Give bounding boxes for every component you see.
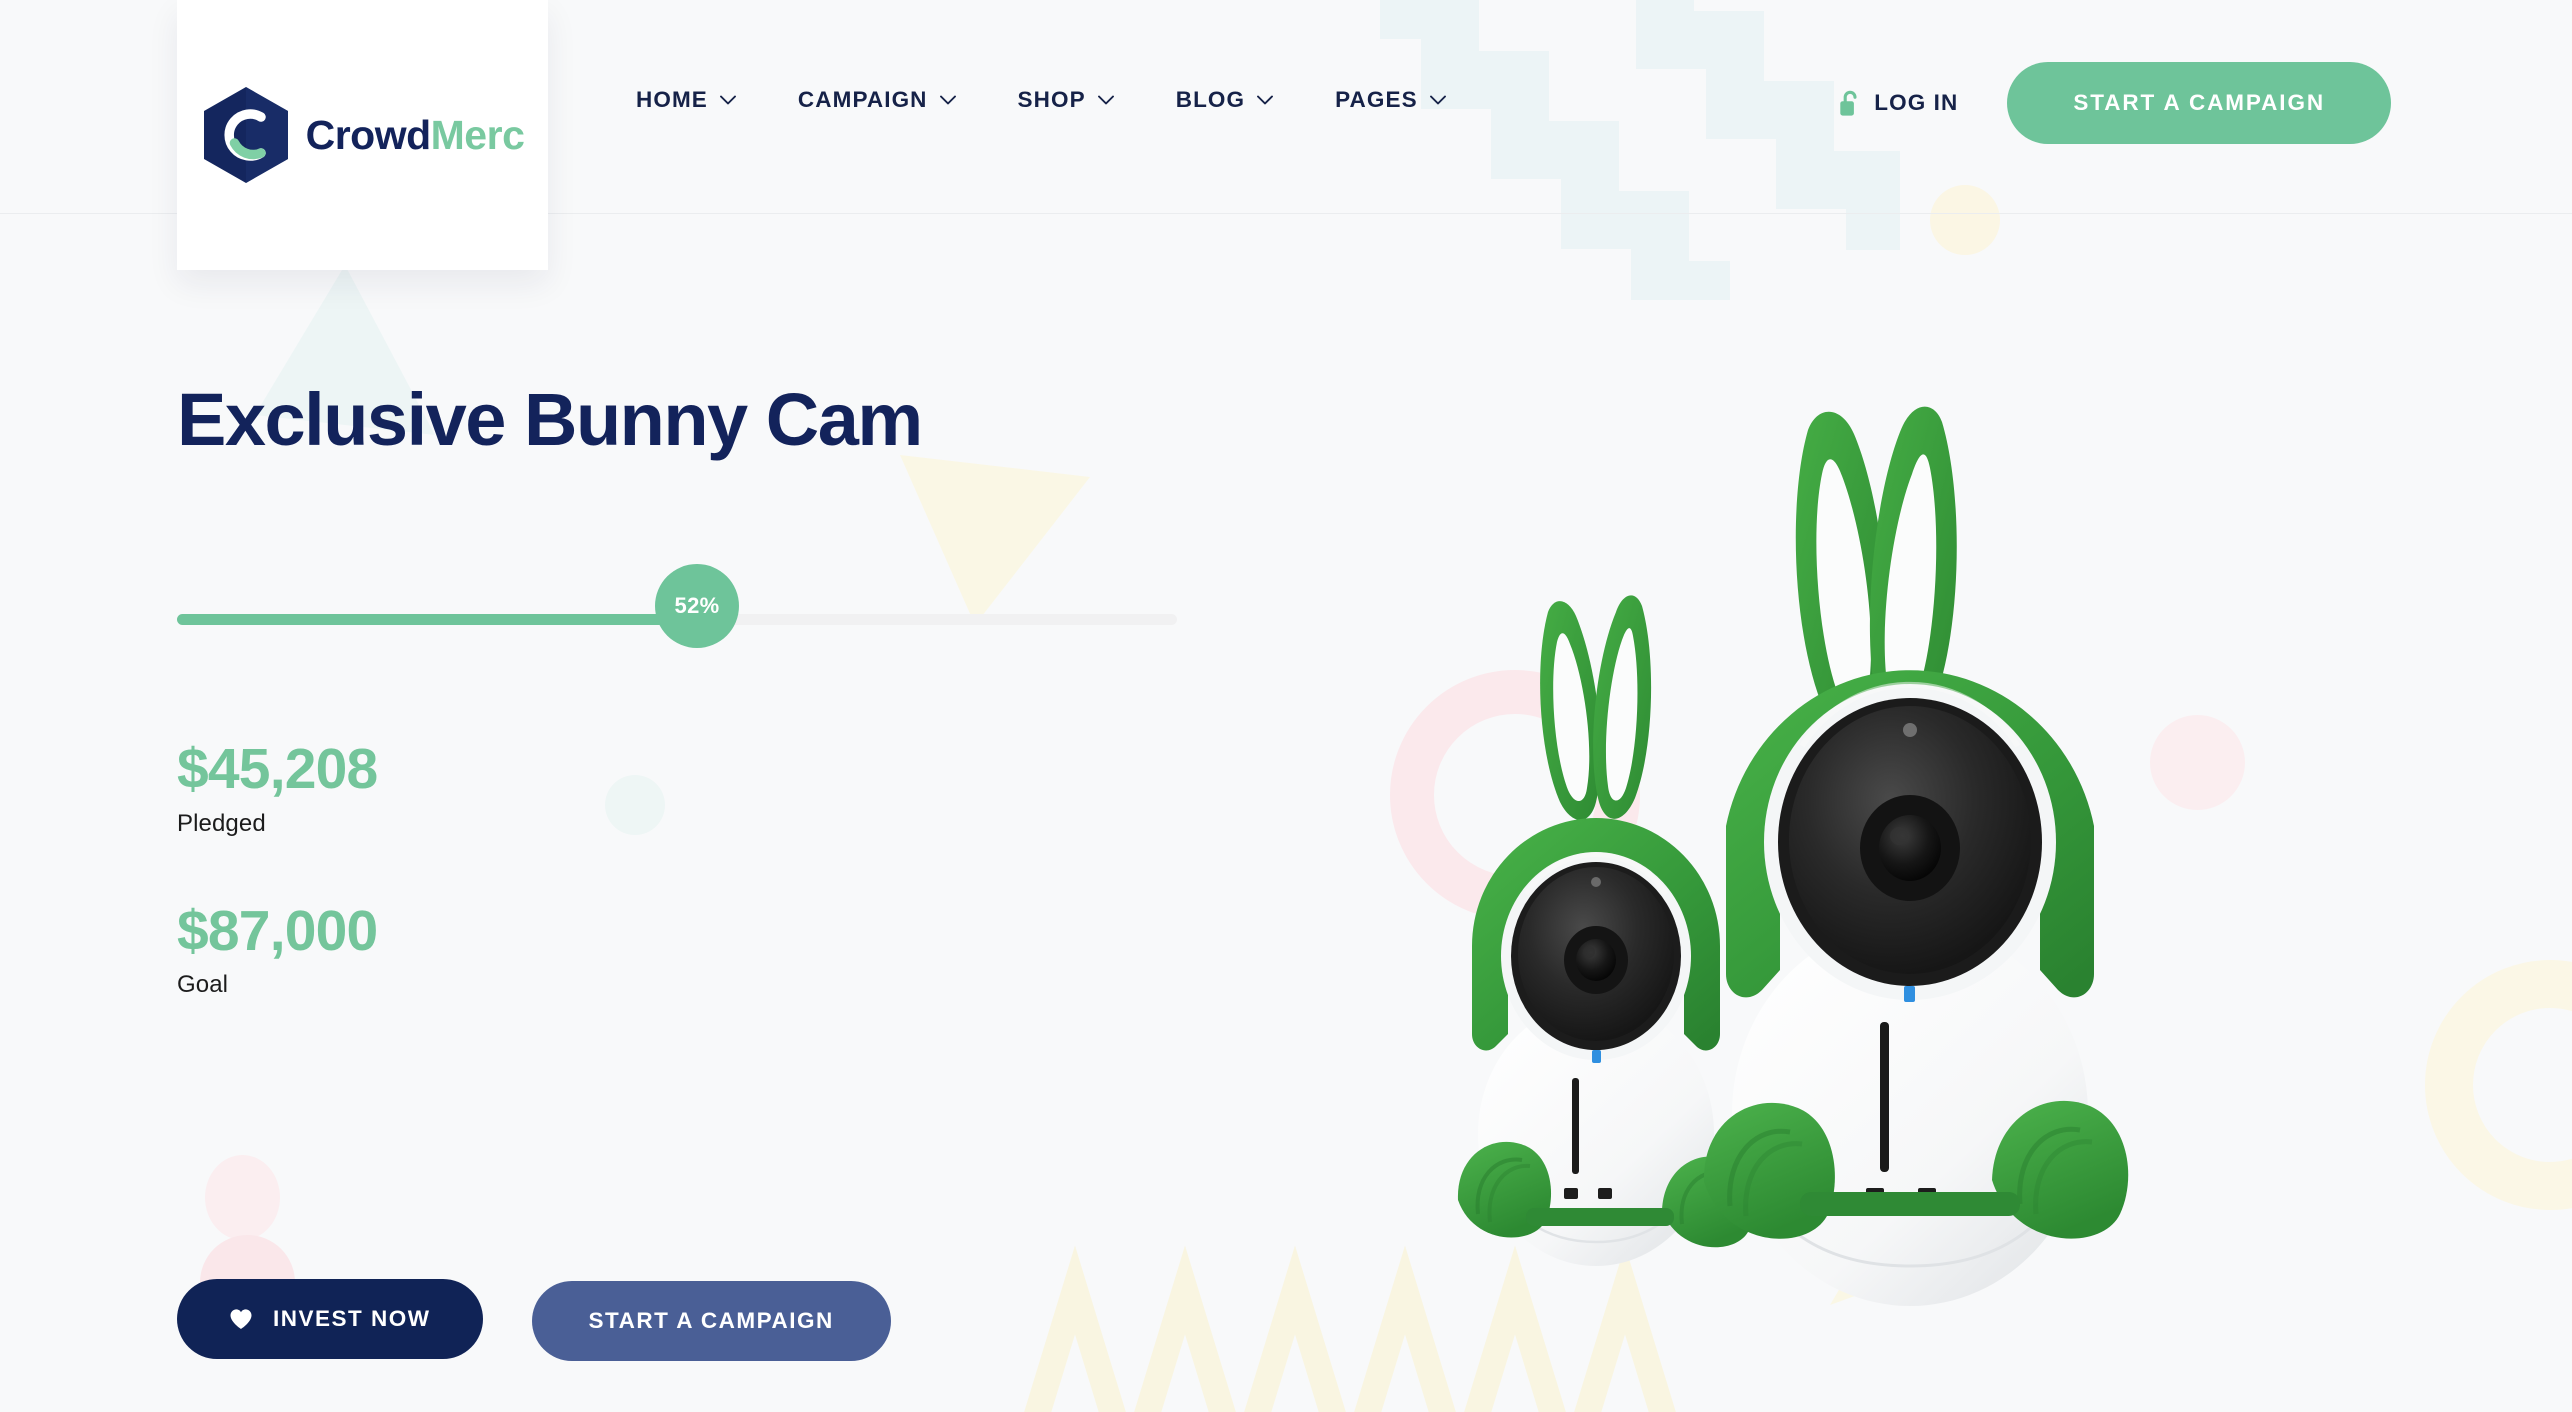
nav-item-shop[interactable]: SHOP xyxy=(1018,87,1114,113)
brand-wordmark: CrowdMerc xyxy=(306,112,525,159)
nav-item-label: BLOG xyxy=(1175,87,1246,112)
hero-section: Exclusive Bunny Cam 52% $45,208 Pledged … xyxy=(0,214,2572,1412)
primary-navigation: HOME CAMPAIGN SHOP BLOG PAGES xyxy=(636,87,1446,113)
nav-item-pages[interactable]: PAGES xyxy=(1335,87,1446,113)
nav-item-blog[interactable]: BLOG xyxy=(1175,87,1274,113)
nav-item-home[interactable]: HOME xyxy=(636,87,736,113)
chevron-down-icon xyxy=(1429,95,1446,105)
hexagon-c-logo-icon xyxy=(203,87,288,183)
login-label: LOG IN xyxy=(1874,90,1959,115)
nav-item-label: PAGES xyxy=(1335,87,1418,112)
bunny-cam-illustration xyxy=(1457,406,2129,1306)
stat-pledged: $45,208 Pledged xyxy=(177,737,378,838)
campaign-progress-bar[interactable]: 52% xyxy=(177,564,1177,674)
nav-item-campaign[interactable]: CAMPAIGN xyxy=(798,87,956,113)
stat-value: $87,000 xyxy=(177,898,378,963)
brand-name-part2: Merc xyxy=(430,111,525,158)
chevron-down-icon xyxy=(719,95,736,105)
progress-percent-badge: 52% xyxy=(655,564,739,648)
login-link[interactable]: LOG IN xyxy=(1839,90,1958,117)
chevron-down-icon xyxy=(1097,95,1114,105)
nav-item-label: HOME xyxy=(636,87,708,112)
brand-logo[interactable]: CrowdMerc xyxy=(177,0,548,270)
nav-item-label: CAMPAIGN xyxy=(797,87,928,112)
bunny-cam-product-image xyxy=(1430,334,2250,1412)
stat-value: $45,208 xyxy=(177,737,378,801)
brand-name-part1: Crowd xyxy=(305,111,432,158)
hero-action-buttons: INVEST NOW START A CAMPAIGN xyxy=(177,1279,891,1361)
stat-label: Goal xyxy=(177,971,229,999)
stat-label: Pledged xyxy=(177,809,266,837)
start-campaign-header-button[interactable]: START A CAMPAIGN xyxy=(2007,62,2391,144)
unlock-padlock-icon xyxy=(1840,90,1857,116)
invest-now-label: INVEST NOW xyxy=(273,1306,431,1331)
invest-now-button[interactable]: INVEST NOW xyxy=(177,1279,483,1359)
start-campaign-hero-button[interactable]: START A CAMPAIGN xyxy=(531,1281,891,1361)
large-bunny-cam xyxy=(1703,406,2129,1306)
heart-icon xyxy=(230,1309,252,1329)
stat-goal: $87,000 Goal xyxy=(177,898,378,1000)
page-title: Exclusive Bunny Cam xyxy=(177,378,923,461)
header-actions: LOG IN START A CAMPAIGN xyxy=(1839,62,2391,144)
nav-item-label: SHOP xyxy=(1017,87,1086,112)
chevron-down-icon xyxy=(939,95,956,105)
campaign-stats: $45,208 Pledged $87,000 Goal xyxy=(177,737,378,1000)
chevron-down-icon xyxy=(1257,95,1274,105)
progress-fill xyxy=(177,614,697,625)
hero-copy: Exclusive Bunny Cam xyxy=(177,378,1257,462)
